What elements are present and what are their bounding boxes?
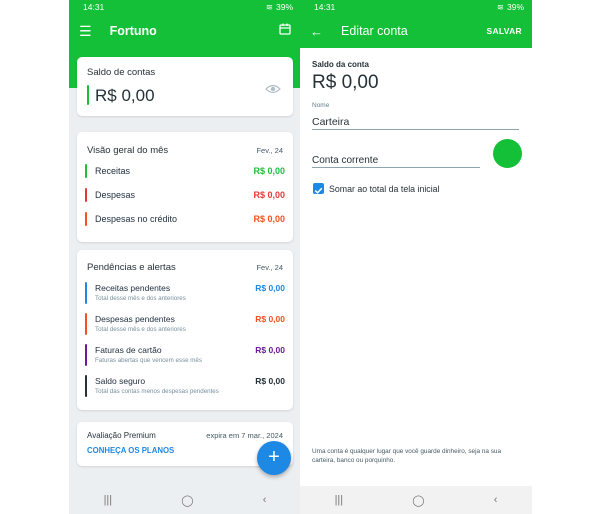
battery-level: 39% — [275, 2, 293, 12]
pending-row-value: R$ 0,00 — [255, 314, 285, 324]
overview-title: Visão geral do mês — [87, 145, 169, 156]
pending-row-label: Receitas pendentes — [95, 283, 171, 293]
recent-apps-icon[interactable]: ||| — [335, 494, 344, 506]
balance-label: Saldo de contas — [87, 67, 156, 78]
premium-expires: expira em 7 mar., 2024 — [206, 431, 283, 440]
account-balance-label: Saldo da conta — [312, 60, 369, 69]
pending-row[interactable]: Faturas de cartão Faturas abertas que ven… — [85, 344, 285, 366]
pending-row-label: Despesas pendentes — [95, 314, 175, 324]
status-time: 14:31 — [314, 2, 336, 12]
recent-apps-icon[interactable]: ||| — [104, 494, 113, 506]
name-input[interactable]: Carteira — [312, 116, 349, 128]
overview-period: Fev., 24 — [256, 146, 283, 155]
sum-total-label: Somar ao total da tela inicial — [329, 184, 440, 194]
edit-account-screen: 14:31 ≋ 39% ← Editar conta SALVAR Saldo d… — [300, 0, 532, 514]
pending-card: Pendências e alertas Fev., 24 Receitas p… — [77, 250, 293, 410]
pending-row-subtitle: Total desse mês e dos anteriores — [95, 326, 186, 333]
account-type-select[interactable]: Conta corrente — [312, 155, 378, 166]
overview-row-value: R$ 0,00 — [253, 214, 285, 224]
edit-title: Editar conta — [341, 24, 408, 38]
overview-row[interactable]: Despesas no crédito R$ 0,00 — [85, 212, 285, 226]
plans-link[interactable]: CONHEÇA OS PLANOS — [87, 446, 174, 455]
app-header: 14:31 ≋ 39% ☰ Fortuno — [69, 0, 301, 48]
calendar-icon[interactable] — [279, 22, 291, 40]
overview-row[interactable]: Despesas R$ 0,00 — [85, 188, 285, 202]
balance-value: R$ 0,00 — [95, 86, 155, 105]
back-arrow-icon[interactable]: ← — [310, 24, 323, 39]
pending-row-value: R$ 0,00 — [255, 376, 285, 386]
sum-total-checkbox[interactable] — [313, 183, 324, 194]
pending-row-subtitle: Faturas abertas que vencem esse mês — [95, 357, 202, 364]
pending-row-value: R$ 0,00 — [255, 283, 285, 293]
pending-title: Pendências e alertas — [87, 262, 176, 273]
app-title: Fortuno — [109, 24, 157, 38]
home-screen: 14:31 ≋ 39% ☰ Fortuno Saldo de contas R$ … — [69, 0, 301, 514]
system-nav-bar: ||| ◯ ‹ — [69, 486, 301, 514]
wifi-icon: ≋ — [496, 1, 504, 12]
home-icon[interactable]: ◯ — [181, 494, 193, 507]
overview-row-value: R$ 0,00 — [253, 190, 285, 200]
edit-header: 14:31 ≋ 39% ← Editar conta SALVAR — [300, 0, 532, 48]
overview-row[interactable]: Receitas R$ 0,00 — [85, 164, 285, 178]
account-color-picker[interactable] — [493, 139, 522, 168]
overview-row-label: Receitas — [95, 166, 131, 176]
overview-row-label: Despesas — [95, 190, 136, 200]
account-help-text: Uma conta é qualquer lugar que você guar… — [312, 448, 502, 464]
pending-period: Fev., 24 — [256, 263, 283, 272]
eye-icon[interactable] — [265, 81, 281, 99]
menu-icon[interactable]: ☰ — [79, 23, 92, 40]
system-nav-bar: ||| ◯ ‹ — [300, 486, 532, 514]
account-balance-value[interactable]: R$ 0,00 — [312, 72, 379, 94]
pending-row-subtitle: Total desse mês e dos anteriores — [95, 295, 186, 302]
back-icon[interactable]: ‹ — [494, 494, 498, 506]
name-field-label: Nome — [312, 102, 330, 109]
wifi-icon: ≋ — [265, 1, 273, 12]
battery-level: 39% — [506, 2, 524, 12]
overview-row-label: Despesas no crédito — [95, 214, 178, 224]
back-icon[interactable]: ‹ — [263, 494, 267, 506]
pending-row[interactable]: Receitas pendentes Total desse mês e dos … — [85, 282, 285, 304]
pending-row[interactable]: Saldo seguro Total das contas menos despe… — [85, 375, 285, 397]
balance-card[interactable]: Saldo de contas R$ 0,00 — [77, 57, 293, 116]
overview-card: Visão geral do mês Fev., 24 Receitas R$ 0… — [77, 132, 293, 242]
pending-row[interactable]: Despesas pendentes Total desse mês e dos … — [85, 313, 285, 335]
add-fab-button[interactable]: + — [257, 441, 291, 475]
save-button[interactable]: SALVAR — [487, 26, 523, 36]
status-bar: 14:31 ≋ 39% — [300, 0, 532, 14]
pending-row-subtitle: Total das contas menos despesas pendente… — [95, 388, 219, 395]
overview-row-value: R$ 0,00 — [253, 166, 285, 176]
status-bar: 14:31 ≋ 39% — [69, 0, 301, 14]
status-time: 14:31 — [83, 2, 105, 12]
premium-title: Avaliação Premium — [87, 431, 156, 440]
pending-row-value: R$ 0,00 — [255, 345, 285, 355]
home-icon[interactable]: ◯ — [412, 494, 424, 507]
pending-row-label: Faturas de cartão — [95, 345, 162, 355]
pending-row-label: Saldo seguro — [95, 376, 146, 386]
